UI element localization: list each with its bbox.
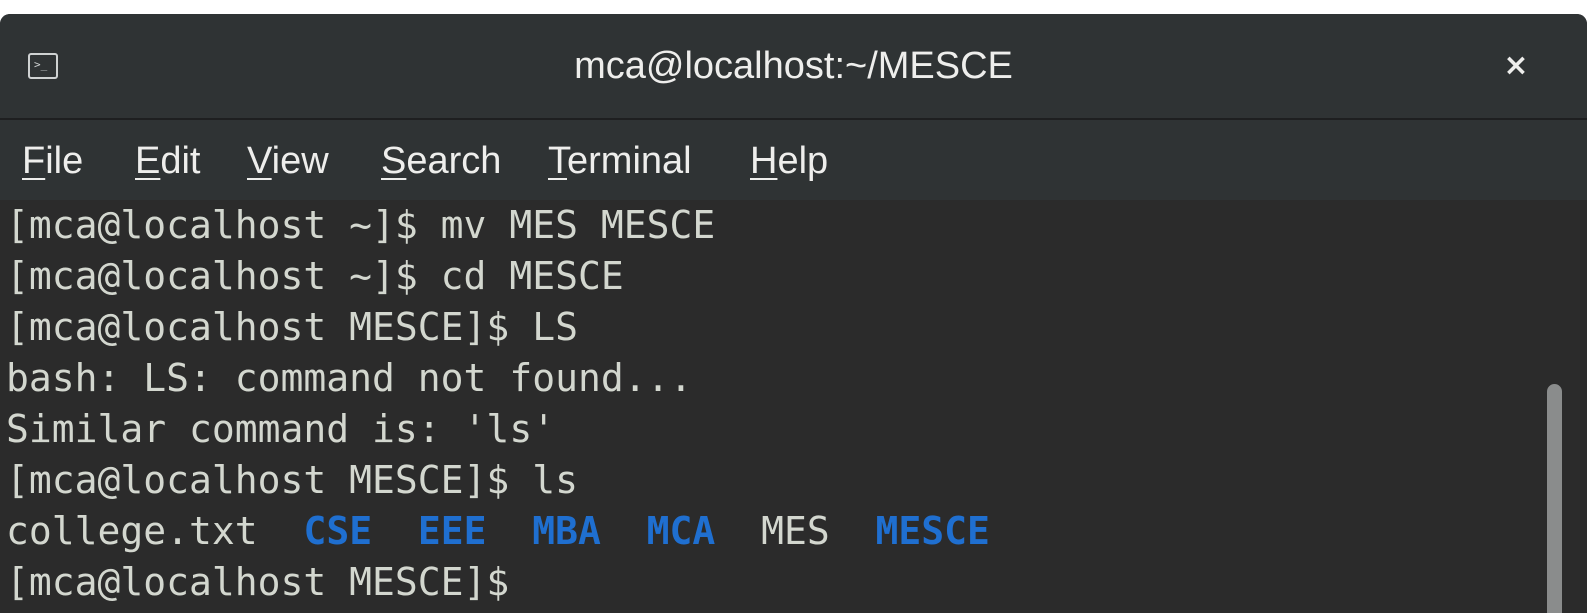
ls-entry-dir: MBA <box>532 509 601 553</box>
terminal-window: >_ mca@localhost:~/MESCE × File Edit Vie… <box>0 14 1587 613</box>
menu-terminal[interactable]: Terminal <box>548 138 692 184</box>
menu-search[interactable]: Search <box>381 138 501 184</box>
ls-entry-dir: MCA <box>646 509 716 553</box>
ls-entry-dir: EEE <box>417 509 487 553</box>
terminal-line: [mca@localhost ~]$ cd MESCE <box>6 254 624 298</box>
menu-edit[interactable]: Edit <box>135 138 201 184</box>
title-bar[interactable]: >_ mca@localhost:~/MESCE × <box>0 14 1587 120</box>
menu-view[interactable]: View <box>247 138 329 184</box>
terminal-line: bash: LS: command not found... <box>6 356 693 400</box>
terminal-line: [mca@localhost MESCE]$ ls <box>6 458 578 502</box>
close-icon[interactable]: × <box>1490 42 1542 90</box>
scrollbar-thumb[interactable] <box>1547 384 1562 613</box>
ls-entry-dir: CSE <box>303 509 373 553</box>
terminal-output[interactable]: [mca@localhost ~]$ mv MES MESCE [mca@loc… <box>0 200 1540 613</box>
menu-help[interactable]: Help <box>750 138 828 184</box>
menu-file[interactable]: File <box>22 138 83 184</box>
ls-entry-dir: MESCE <box>875 509 990 553</box>
menu-bar: File Edit View Search Terminal Help <box>0 120 1587 200</box>
terminal-line: [mca@localhost ~]$ mv MES MESCE <box>6 203 716 247</box>
ls-entry-file: MES <box>761 509 830 553</box>
terminal-prompt: [mca@localhost MESCE]$ <box>6 560 533 604</box>
ls-entry-file: college.txt <box>6 509 258 553</box>
scrollbar[interactable] <box>1545 200 1587 613</box>
terminal-line: [mca@localhost MESCE]$ LS <box>6 305 578 349</box>
terminal-line: Similar command is: 'ls' <box>6 407 556 451</box>
ls-output-line: college.txt CSE EEE MBA MCA MES MESCE <box>6 506 1540 557</box>
window-title: mca@localhost:~/MESCE <box>574 45 1013 87</box>
